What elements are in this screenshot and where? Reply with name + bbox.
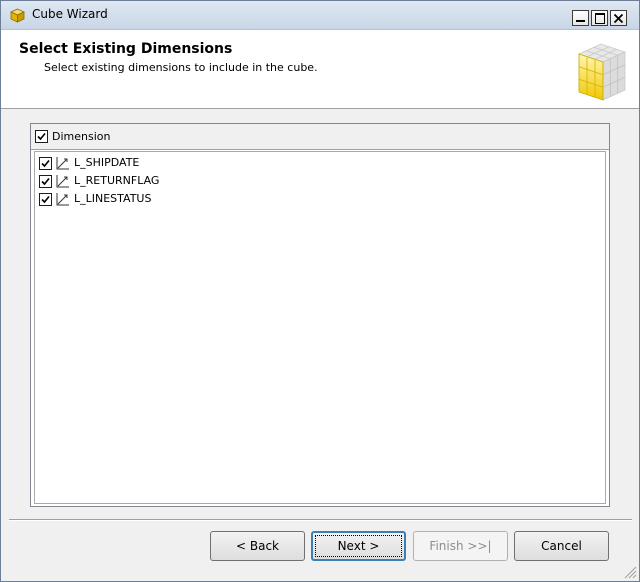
wizard-header: Select Existing Dimensions Select existi…: [1, 30, 639, 109]
next-button[interactable]: Next >: [311, 531, 406, 561]
list-item[interactable]: L_LINESTATUS: [39, 190, 439, 208]
item-checkbox[interactable]: [39, 175, 52, 188]
item-checkbox[interactable]: [39, 157, 52, 170]
item-checkbox[interactable]: [39, 193, 52, 206]
list-item[interactable]: L_RETURNFLAG: [39, 172, 439, 190]
dimension-name: L_RETURNFLAG: [74, 174, 160, 187]
finish-button: Finish >>|: [413, 531, 508, 561]
checkmark-icon: [41, 159, 50, 168]
dimension-icon: [56, 193, 69, 206]
window-title: Cube Wizard: [32, 7, 108, 21]
list-item[interactable]: L_SHIPDATE: [39, 154, 439, 172]
checkmark-icon: [41, 177, 50, 186]
dimension-column-header: Dimension: [31, 124, 609, 150]
resize-grip-icon[interactable]: [621, 563, 637, 579]
select-all-checkbox[interactable]: [35, 130, 48, 143]
dimension-name: L_SHIPDATE: [74, 156, 140, 169]
dimension-name: L_LINESTATUS: [74, 192, 152, 205]
cube-app-icon: [10, 8, 25, 23]
dimension-header-label: Dimension: [52, 130, 111, 143]
dimension-list: Dimension L_SHIPDATE L_RETURNFLAG L_LINE…: [30, 123, 610, 507]
footer-divider: [9, 519, 632, 520]
checkmark-icon: [41, 195, 50, 204]
cube-graphic-icon: [577, 43, 627, 101]
close-icon: [614, 14, 623, 23]
title-bar[interactable]: Cube Wizard: [1, 1, 639, 30]
maximize-button[interactable]: [591, 10, 608, 26]
focus-rect: [315, 535, 402, 557]
dimension-icon: [56, 175, 69, 188]
checkmark-icon: [37, 132, 46, 141]
page-title: Select Existing Dimensions: [19, 41, 233, 57]
dimension-icon: [56, 157, 69, 170]
dimension-list-body: L_SHIPDATE L_RETURNFLAG L_LINESTATUS: [34, 151, 606, 504]
back-button[interactable]: < Back: [210, 531, 305, 561]
minimize-button[interactable]: [572, 10, 589, 26]
page-subtitle: Select existing dimensions to include in…: [44, 61, 318, 74]
cube-wizard-window: Cube Wizard Select Existing Dimensions S…: [0, 0, 640, 582]
cancel-button[interactable]: Cancel: [514, 531, 609, 561]
close-button[interactable]: [610, 10, 627, 26]
